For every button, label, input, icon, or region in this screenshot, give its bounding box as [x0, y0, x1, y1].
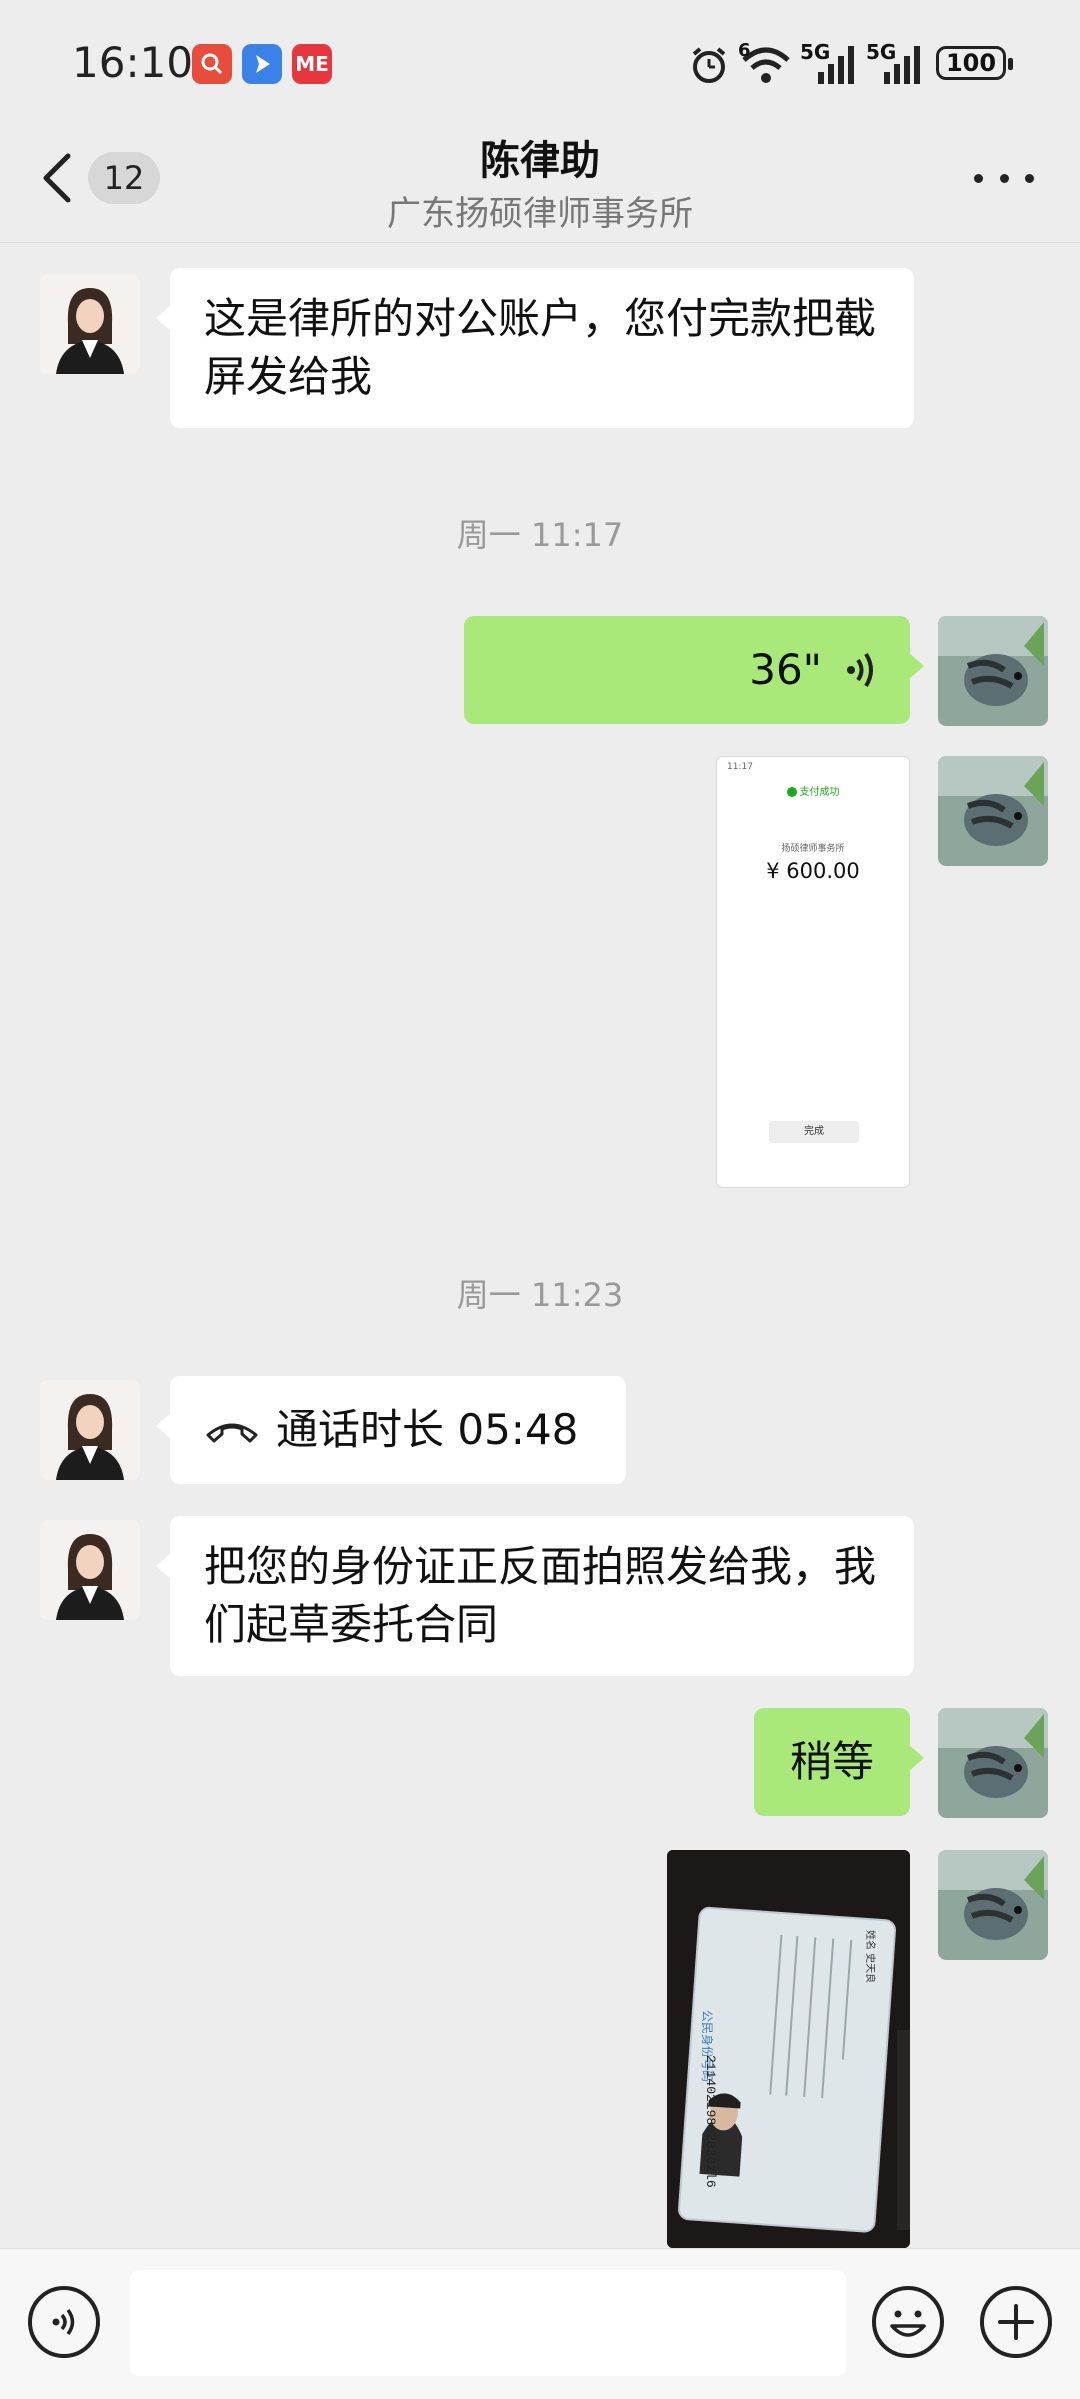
message-bubble[interactable]: 把您的身份证正反面拍照发给我，我们起草委托合同: [156, 1516, 914, 1676]
voice-message-bubble[interactable]: 36": [464, 616, 924, 724]
voice-duration: 36": [749, 645, 822, 694]
emoji-button[interactable]: [872, 2286, 944, 2358]
signal-icon: 5G: [800, 40, 860, 90]
plus-icon: [998, 2304, 1034, 2340]
message-bubble[interactable]: 这是律所的对公账户，您付完款把截屏发给我: [156, 268, 914, 428]
battery-indicator: 100: [936, 46, 1013, 80]
call-duration-text: 通话时长 05:48: [276, 1405, 579, 1454]
dot-icon: [1025, 173, 1034, 183]
voice-wave-icon: [847, 652, 873, 688]
voice-icon: [52, 2308, 75, 2336]
message-bubble[interactable]: 稍等: [754, 1708, 924, 1816]
search-app-icon: [192, 44, 232, 84]
my-avatar[interactable]: [938, 756, 1048, 866]
wifi-label: 6: [738, 40, 751, 61]
fish-avatar-icon: [938, 1850, 1048, 1960]
woman-avatar-icon: [40, 1380, 140, 1480]
payment-merchant: 扬硕律师事务所: [781, 844, 845, 854]
payment-done-button: 完成: [769, 1121, 859, 1143]
payment-amount: ¥ 600.00: [766, 859, 860, 883]
contact-avatar[interactable]: [40, 274, 140, 374]
fish-avatar-icon: [938, 756, 1048, 866]
wifi-icon: 6: [738, 40, 794, 90]
id-card-photo[interactable]: 公民身份号码 姓名 史天良 211402198020302l6: [667, 1850, 910, 2248]
chat-subtitle: 广东扬硕律师事务所: [387, 194, 693, 234]
smiley-icon: [890, 2310, 926, 2337]
fish-avatar-icon: [938, 1708, 1048, 1818]
network-label: 5G: [866, 40, 897, 64]
woman-avatar-icon: [40, 1520, 140, 1620]
more-options-button[interactable]: [974, 160, 1034, 196]
chat-title: 陈律助: [480, 138, 600, 184]
alarm-icon: [688, 44, 730, 90]
more-functions-button[interactable]: [980, 2286, 1052, 2358]
my-avatar[interactable]: [938, 1850, 1048, 1960]
id-number-text: 211402198020302l6: [703, 2055, 718, 2188]
timestamp: 周一 11:23: [456, 1276, 624, 1314]
header-divider: [0, 242, 1080, 243]
signal-icon: 5G: [866, 40, 926, 90]
status-time: 16:10: [72, 38, 194, 87]
payment-success-text: 支付成功: [799, 787, 840, 798]
message-text: 稍等: [789, 1737, 874, 1786]
contact-avatar[interactable]: [40, 1520, 140, 1620]
voice-input-button[interactable]: [28, 2286, 100, 2358]
my-avatar[interactable]: [938, 616, 1048, 726]
phone-hangup-icon: [206, 1423, 258, 1443]
woman-avatar-icon: [40, 274, 140, 374]
me-app-icon: ME: [292, 44, 332, 84]
payment-status-time: 11:17: [727, 762, 753, 772]
payment-screenshot-image[interactable]: 11:17 支付成功 扬硕律师事务所 ¥ 600.00 完成: [716, 756, 910, 1188]
my-avatar[interactable]: [938, 1708, 1048, 1818]
message-input[interactable]: [130, 2270, 846, 2376]
message-text: 这是律所的对公账户，您付完款把截屏发给我: [204, 294, 877, 401]
contact-avatar[interactable]: [40, 1380, 140, 1480]
check-circle-icon: [786, 787, 797, 797]
network-label: 5G: [800, 40, 831, 64]
message-text: 把您的身份证正反面拍照发给我，我们起草委托合同: [204, 1542, 877, 1649]
id-card-image: 公民身份号码 姓名 史天良 211402198020302l6: [667, 1850, 910, 2248]
dot-icon: [974, 173, 983, 183]
me-icon-label: ME: [295, 52, 329, 76]
payment-success-label: 支付成功: [717, 783, 909, 798]
dot-icon: [999, 173, 1009, 183]
call-record-bubble[interactable]: 通话时长 05:48: [156, 1376, 626, 1484]
timestamp: 周一 11:17: [456, 516, 624, 554]
fish-avatar-icon: [938, 616, 1048, 726]
id-name-text: 姓名 史天良: [864, 1930, 877, 1983]
navigation-app-icon: [242, 44, 282, 84]
